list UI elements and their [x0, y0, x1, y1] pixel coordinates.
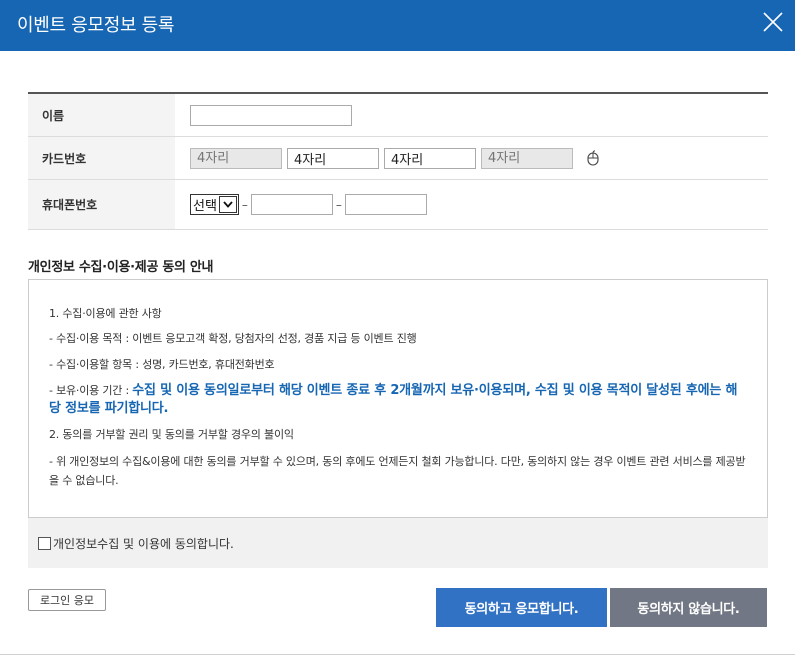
modal-title: 이벤트 응모정보 등록 — [17, 15, 175, 36]
form-row-phone: 휴대폰번호 선택 – – — [28, 180, 768, 230]
form-row-name: 이름 — [28, 94, 768, 137]
card-number-label: 카드번호 — [28, 137, 175, 179]
phone-prefix-select[interactable]: 선택 — [190, 194, 239, 215]
phone-label: 휴대폰번호 — [28, 180, 175, 229]
form-row-card: 카드번호 — [28, 137, 768, 180]
card-number-input-3[interactable] — [384, 147, 476, 169]
privacy-purpose: - 수집·이용 목적 : 이벤트 응모고객 확정, 당첨자의 선정, 경품 지급… — [49, 332, 417, 346]
privacy-period-highlight: 수집 및 이용 동의일로부터 해당 이벤트 종료 후 2개월까지 보유·이용되며… — [49, 383, 738, 417]
chevron-down-icon — [218, 196, 237, 213]
agree-submit-button[interactable]: 동의하고 응모합니다. — [436, 588, 607, 627]
entry-form: 이름 카드번호 휴대폰번호 선택 — [28, 92, 768, 230]
privacy-refuse-text: - 위 개인정보의 수집&이용에 대한 동의를 거부할 수 있으며, 동의 후에… — [49, 454, 746, 488]
mouse-icon[interactable] — [586, 150, 600, 166]
modal-header: 이벤트 응모정보 등록 — [0, 0, 795, 51]
phone-prefix-value: 선택 — [193, 199, 217, 214]
privacy-items: - 수집·이용할 항목 : 성명, 카드번호, 휴대전화번호 — [49, 357, 275, 371]
phone-separator-1: – — [241, 197, 248, 212]
name-input[interactable] — [190, 104, 352, 126]
bottom-divider — [0, 654, 795, 659]
card-number-input-2[interactable] — [287, 147, 379, 169]
phone-last-input[interactable] — [344, 194, 427, 215]
login-entry-button[interactable]: 로그인 응모 — [28, 589, 106, 611]
privacy-info-box: 1. 수집·이용에 관한 사항 - 수집·이용 목적 : 이벤트 응모고객 확정… — [28, 279, 768, 518]
phone-middle-input[interactable] — [250, 194, 333, 215]
phone-separator-2: – — [335, 197, 342, 212]
close-icon[interactable] — [761, 10, 785, 34]
card-number-input-1 — [190, 147, 282, 169]
card-number-input-4 — [481, 147, 573, 169]
privacy-section-title: 개인정보 수집·이용·제공 동의 안내 — [28, 260, 214, 275]
agree-checkbox-label[interactable]: 개인정보수집 및 이용에 동의합니다. — [53, 535, 234, 552]
name-label: 이름 — [28, 94, 175, 136]
privacy-item2-title: 2. 동의를 거부할 권리 및 동의를 거부할 경우의 불이익 — [49, 427, 294, 441]
privacy-period: - 보유·이용 기간 : 수집 및 이용 동의일로부터 해당 이벤트 종료 후 … — [49, 382, 747, 418]
agree-checkbox[interactable] — [38, 536, 51, 550]
agree-checkbox-row[interactable]: 개인정보수집 및 이용에 동의합니다. — [28, 518, 768, 568]
privacy-item1-title: 1. 수집·이용에 관한 사항 — [49, 307, 162, 320]
privacy-period-label: - 보유·이용 기간 : — [49, 384, 133, 398]
disagree-button[interactable]: 동의하지 않습니다. — [610, 588, 767, 627]
